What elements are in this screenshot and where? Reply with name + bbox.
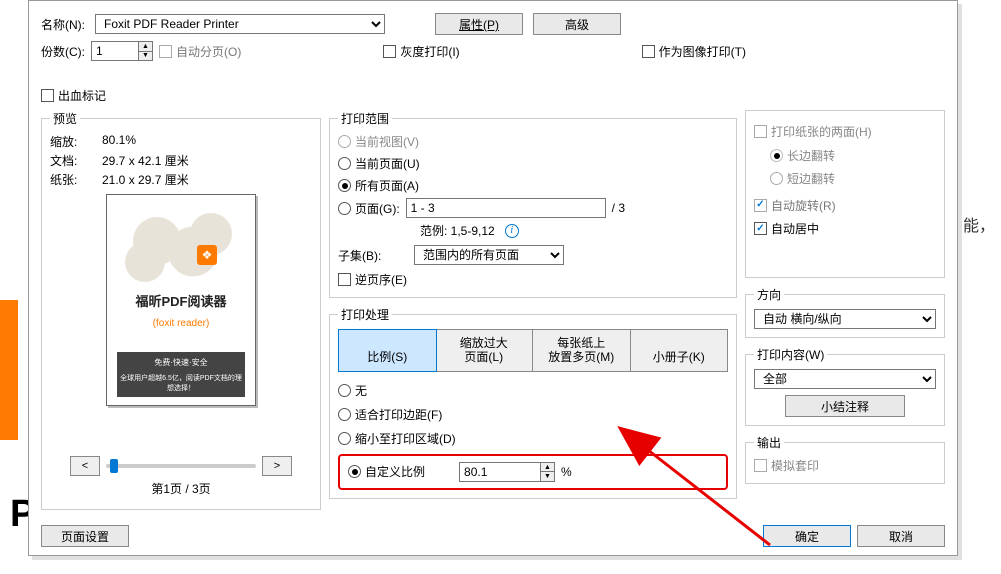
prev-page-button[interactable]: < [70,456,100,476]
auto-center-checkbox[interactable]: 自动居中 [754,220,819,237]
properties-button[interactable]: 属性(P) [435,13,523,35]
reverse-order-checkbox[interactable]: 逆页序(E) [338,271,407,288]
page-slider[interactable] [106,464,256,468]
multi-page-tab[interactable]: 每张纸上放置多页(M) [533,330,631,371]
collate-checkbox: 自动分页(O) [159,43,241,60]
range-legend: 打印范围 [338,110,392,127]
spinner-down-icon[interactable]: ▼ [540,472,554,481]
copies-input[interactable] [92,42,138,60]
doc-label: 文档: [50,152,102,169]
percent-label: % [561,465,572,479]
spinner-up-icon[interactable]: ▲ [540,463,554,473]
subset-select[interactable]: 范围内的所有页面 [414,245,564,265]
content-select[interactable]: 全部 [754,369,936,389]
handling-mode-strip: 比例(S) 缩放过大页面(L) 每张纸上放置多页(M) 小册子(K) [338,329,728,372]
current-view-radio: 当前视图(V) [338,133,419,150]
pages-total: / 3 [612,201,625,215]
duplex-checkbox: 打印纸张的两面(H) [754,123,872,140]
content-label: 打印内容(W) [754,346,827,363]
preview-group: 预览 缩放: 80.1% 文档: 29.7 x 42.1 厘米 纸张: 21.0… [41,110,321,510]
output-group: 输出 模拟套印 [745,434,945,484]
bleed-checkbox[interactable]: 出血标记 [41,87,106,104]
custom-scale-highlight: 自定义比例 ▲▼ % [338,454,728,490]
subset-label: 子集(B): [338,247,408,264]
as-image-checkbox[interactable]: 作为图像打印(T) [642,43,746,60]
orientation-group: 方向 自动 横向/纵向 [745,286,945,338]
pages-example: 范例: 1,5-9,12 [420,222,495,239]
all-pages-radio[interactable]: 所有页面(A) [338,177,419,194]
current-page-radio[interactable]: 当前页面(U) [338,155,420,172]
page-setup-button[interactable]: 页面设置 [41,525,129,547]
scale-tab[interactable]: 比例(S) [338,329,437,372]
zoom-value: 80.1% [102,133,312,150]
summarize-comments-button[interactable]: 小结注释 [785,395,905,417]
grayscale-checkbox[interactable]: 灰度打印(I) [383,43,459,60]
orientation-legend: 方向 [754,286,784,303]
bg-truncated-text: 能， [963,212,995,236]
pages-radio[interactable]: 页面(G): [338,200,400,217]
handling-legend: 打印处理 [338,306,392,323]
duplex-group: 打印纸张的两面(H) 长边翻转 短边翻转 自动旋转(R) 自动居中 [745,110,945,278]
custom-scale-input[interactable] [460,463,540,481]
paper-label: 纸张: [50,171,102,188]
scale-none-radio[interactable]: 无 [338,382,367,399]
auto-rotate-checkbox: 自动旋转(R) [754,197,836,214]
flip-long-radio: 长边翻转 [770,147,835,164]
preview-canvas: ❖ 福昕PDF阅读器 (foxit reader) 免费·快速·安全 全球用户超… [51,194,311,452]
large-page-tab[interactable]: 缩放过大页面(L) [436,330,534,371]
thumb-title: 福昕PDF阅读器 [135,291,226,310]
thumb-sub: (foxit reader) [153,318,210,329]
name-label: 名称(N): [41,16,85,33]
spinner-up-icon[interactable]: ▲ [138,42,152,52]
orientation-select[interactable]: 自动 横向/纵向 [754,309,936,329]
thumb-foot1: 免费·快速·安全 [117,352,245,373]
printer-select[interactable]: Foxit PDF Reader Printer [95,14,385,34]
flip-short-radio: 短边翻转 [770,170,835,187]
custom-scale-radio[interactable]: 自定义比例 [348,463,425,480]
copies-spinner[interactable]: ▲▼ [91,41,153,61]
handling-group: 打印处理 比例(S) 缩放过大页面(L) 每张纸上放置多页(M) 小册子(K) … [329,306,737,499]
ok-button[interactable]: 确定 [763,525,851,547]
doc-value: 29.7 x 42.1 厘米 [102,152,312,169]
zoom-label: 缩放: [50,133,102,150]
pages-input[interactable] [406,198,606,218]
page-thumbnail: ❖ 福昕PDF阅读器 (foxit reader) 免费·快速·安全 全球用户超… [106,194,256,406]
copies-label: 份数(C): [41,43,85,60]
fit-margins-radio[interactable]: 适合打印边距(F) [338,406,442,423]
cancel-button[interactable]: 取消 [857,525,945,547]
next-page-button[interactable]: > [262,456,292,476]
preview-legend: 预览 [50,110,80,127]
custom-scale-spinner[interactable]: ▲▼ [459,462,555,482]
paper-value: 21.0 x 29.7 厘米 [102,171,312,188]
spinner-down-icon[interactable]: ▼ [138,52,152,61]
booklet-tab[interactable]: 小册子(K) [631,330,728,371]
page-info: 第1页 / 3页 [50,480,312,497]
simulate-overprint-checkbox: 模拟套印 [754,457,819,474]
output-legend: 输出 [754,434,784,451]
advanced-button[interactable]: 高级 [533,13,621,35]
print-content-group: 打印内容(W) 全部 小结注释 [745,346,945,426]
foxit-logo-icon: ❖ [197,245,217,265]
thumb-foot2: 全球用户超越6.5亿，阅读PDF文档的理想选择！ [117,373,245,397]
print-dialog: 名称(N): Foxit PDF Reader Printer 属性(P) 高级… [28,0,958,556]
print-range-group: 打印范围 当前视图(V) 当前页面(U) 所有页面(A) 页面(G): / 3 … [329,110,737,298]
shrink-area-radio[interactable]: 缩小至打印区域(D) [338,430,456,447]
info-icon[interactable]: i [505,224,519,238]
